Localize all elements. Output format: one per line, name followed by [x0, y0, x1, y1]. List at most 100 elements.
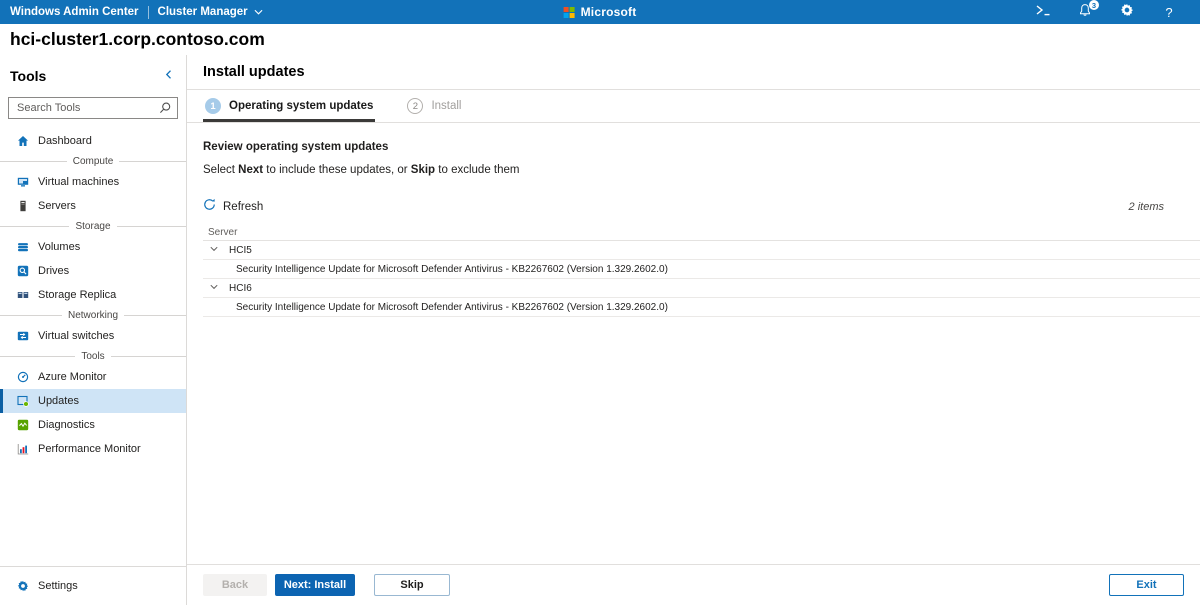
sidebar-item-label: Virtual switches [38, 330, 115, 342]
diagnostics-icon [17, 419, 29, 431]
virtual-switch-icon [17, 330, 29, 342]
skip-button[interactable]: Skip [374, 574, 450, 596]
nav-section-storage: Storage [0, 218, 186, 235]
sidebar-item-label: Performance Monitor [38, 443, 141, 455]
update-row: Security Intelligence Update for Microso… [203, 298, 1200, 317]
sidebar-item-volumes[interactable]: Volumes [0, 235, 186, 259]
sidebar-item-dashboard[interactable]: Dashboard [0, 129, 186, 153]
nav-section-label: Tools [81, 351, 105, 362]
settings-button[interactable] [1118, 3, 1136, 21]
sidebar-item-servers[interactable]: Servers [0, 194, 186, 218]
azure-monitor-icon [17, 371, 29, 383]
instruction-part: Next [238, 164, 264, 176]
sidebar-item-label: Servers [38, 200, 76, 212]
terminal-icon [1035, 3, 1051, 21]
page-title: hci-cluster1.corp.contoso.com [10, 29, 265, 49]
server-group-row-hci5[interactable]: HCI5 [203, 241, 1200, 260]
instruction-part: Select [203, 164, 239, 176]
wizard-step-install[interactable]: 2 Install [405, 90, 463, 122]
table-rows: HCI5 Security Intelligence Update for Mic… [203, 241, 1200, 317]
sidebar-item-updates[interactable]: Updates [0, 389, 186, 413]
instruction-part: Skip [410, 164, 436, 176]
chevron-left-icon [164, 67, 174, 85]
wizard-step-operating-system-updates[interactable]: 1 Operating system updates [203, 90, 375, 122]
sidebar-item-label: Storage Replica [38, 289, 117, 301]
server-name: HCI5 [229, 244, 252, 256]
updates-icon [17, 395, 29, 407]
storage-replica-icon [17, 289, 29, 301]
sidebar-item-drives[interactable]: Drives [0, 259, 186, 283]
nav-section-networking: Networking [0, 307, 186, 324]
home-icon [17, 135, 29, 147]
section-title: Review operating system updates [203, 141, 389, 153]
server-group-row-hci6[interactable]: HCI6 [203, 279, 1200, 298]
sidebar-item-label: Drives [38, 265, 70, 277]
update-title: Security Intelligence Update for Microso… [236, 301, 668, 313]
drives-icon [17, 265, 29, 277]
chevron-down-icon[interactable] [209, 282, 219, 295]
wizard-footer: Back Next: Install Skip Exit [187, 564, 1200, 605]
back-button[interactable]: Back [203, 574, 267, 596]
refresh-label: Refresh [223, 201, 264, 213]
sidebar-item-storage-replica[interactable]: Storage Replica [0, 283, 186, 307]
sidebar-item-label: Updates [38, 395, 79, 407]
topbar: Windows Admin Center Cluster Manager Mic… [0, 0, 1200, 24]
nav-section-label: Storage [75, 221, 111, 232]
sidebar-collapse-button[interactable] [164, 67, 174, 85]
sidebar-item-virtual-switches[interactable]: Virtual switches [0, 324, 186, 348]
nav-section-label: Networking [67, 310, 119, 321]
chevron-down-icon [254, 6, 263, 18]
next-install-button[interactable]: Next: Install [275, 574, 355, 596]
microsoft-logo: Microsoft [563, 0, 637, 24]
volumes-icon [17, 241, 29, 253]
notification-badge: 3 [1089, 0, 1099, 10]
sidebar-item-performance-monitor[interactable]: Performance Monitor [0, 437, 186, 461]
microsoft-logo-icon [563, 6, 575, 18]
sidebar-item-settings[interactable]: Settings [0, 574, 186, 598]
sidebar-item-label: Settings [38, 580, 78, 592]
help-icon: ? [1165, 4, 1173, 20]
server-icon [17, 200, 29, 212]
main-panel: Install updates 1 Operating system update… [187, 55, 1200, 605]
help-button[interactable]: ? [1160, 3, 1178, 21]
virtual-machine-icon [17, 176, 29, 188]
chevron-down-icon[interactable] [209, 244, 219, 257]
sidebar-item-label: Azure Monitor [38, 371, 107, 383]
update-title: Security Intelligence Update for Microso… [236, 263, 668, 275]
topbar-separator [147, 5, 149, 19]
brand-label: Microsoft [580, 5, 637, 19]
solution-switcher[interactable]: Cluster Manager [158, 6, 263, 18]
step-number: 2 [407, 98, 424, 114]
sidebar-item-label: Dashboard [38, 135, 92, 147]
refresh-button[interactable]: Refresh [203, 198, 263, 216]
sidebar-nav: Dashboard Compute Virtual machines Servers S… [0, 125, 186, 566]
step-number: 1 [205, 98, 221, 114]
notifications-button[interactable]: 3 [1076, 0, 1099, 21]
sidebar: Tools Dashboard Compute Virtual machines Se… [0, 55, 187, 605]
search-icon[interactable] [158, 101, 172, 120]
sidebar-item-diagnostics[interactable]: Diagnostics [0, 413, 186, 437]
sidebar-footer: Settings [0, 566, 186, 605]
search-input[interactable] [8, 97, 178, 119]
nav-section-compute: Compute [0, 153, 186, 170]
sidebar-title: Tools [10, 68, 47, 84]
solution-title: Cluster Manager [157, 6, 248, 18]
sidebar-item-azure-monitor[interactable]: Azure Monitor [0, 365, 186, 389]
sidebar-item-virtual-machines[interactable]: Virtual machines [0, 170, 186, 194]
sidebar-item-label: Volumes [38, 241, 81, 253]
update-row: Security Intelligence Update for Microso… [203, 260, 1200, 279]
nav-section-label: Compute [72, 156, 114, 167]
step-label: Install [431, 100, 462, 112]
wizard-steps: 1 Operating system updates 2 Install [187, 90, 1200, 123]
items-count: 2 items [1128, 201, 1164, 213]
exit-button[interactable]: Exit [1109, 574, 1184, 596]
app-title[interactable]: Windows Admin Center [10, 6, 139, 18]
gear-icon [17, 580, 29, 592]
powershell-console-button[interactable] [1034, 3, 1052, 21]
install-updates-title: Install updates [203, 64, 305, 80]
performance-monitor-icon [17, 443, 29, 455]
sidebar-item-label: Virtual machines [38, 176, 120, 188]
updates-table: Server HCI5 Security Intelligence Update … [203, 224, 1200, 317]
page-title-bar: hci-cluster1.corp.contoso.com [0, 24, 1200, 55]
table-header-server[interactable]: Server [203, 224, 1200, 241]
